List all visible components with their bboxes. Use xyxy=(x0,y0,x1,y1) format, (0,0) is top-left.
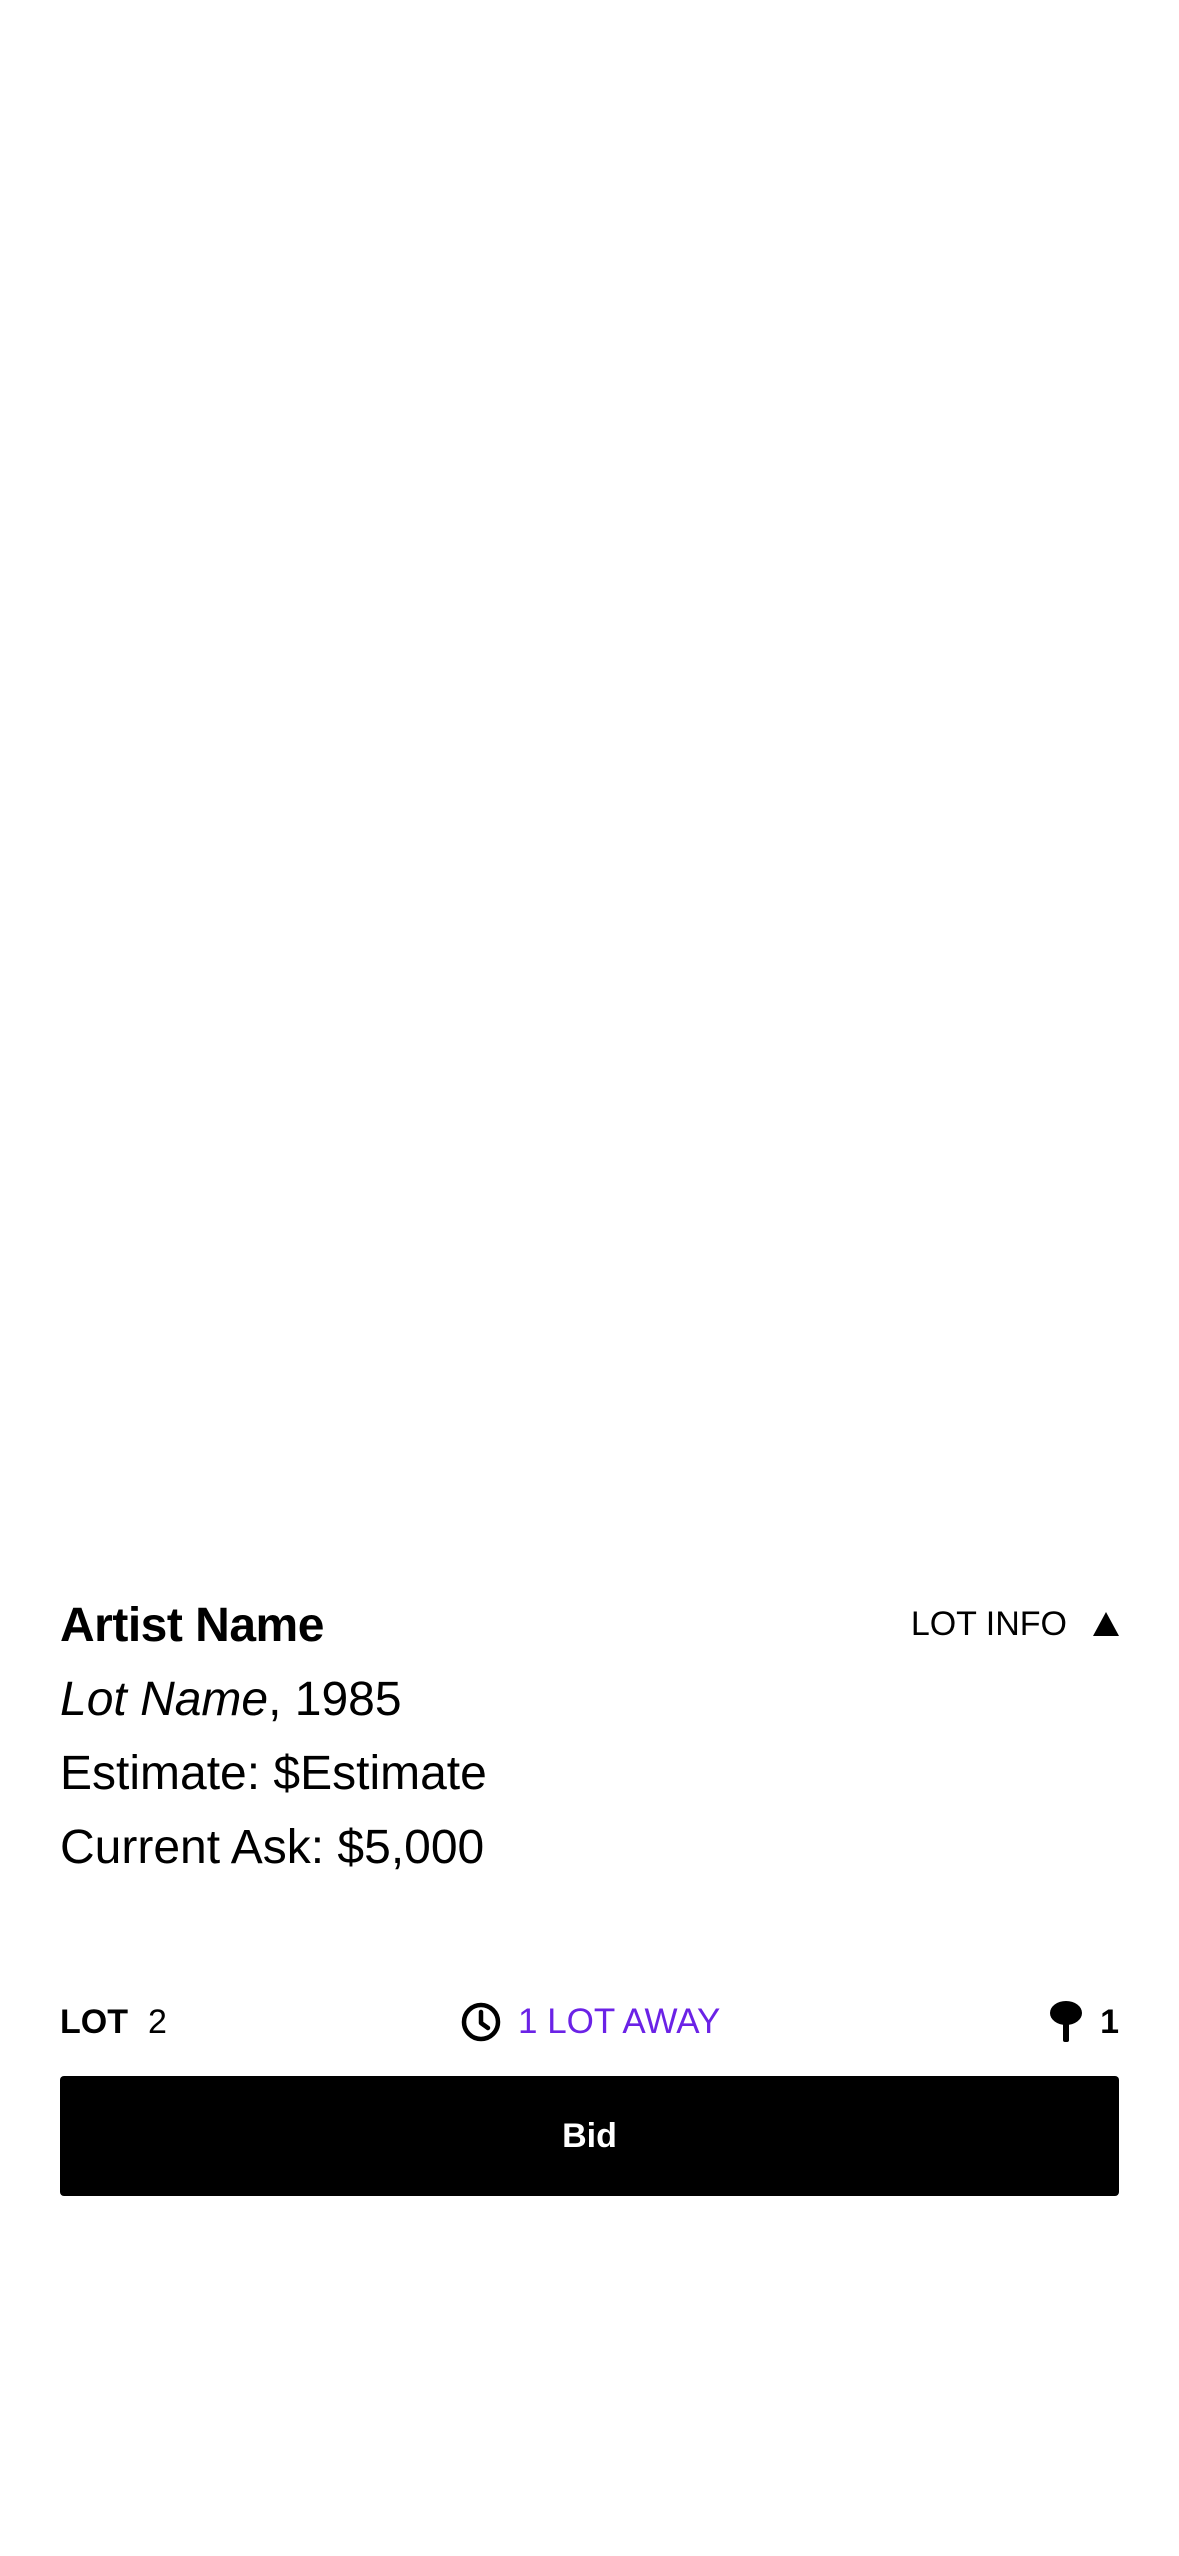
lot-estimate: Estimate: $Estimate xyxy=(60,1747,487,1800)
lot-year: , 1985 xyxy=(268,1673,402,1726)
triangle-up-icon xyxy=(1093,1612,1119,1636)
clock-icon xyxy=(461,2002,501,2042)
lot-status-row: LOT 2 1 LOT AWAY 1 xyxy=(60,1990,1119,2054)
lot-image-area xyxy=(0,0,1179,1560)
bid-button[interactable]: Bid xyxy=(60,2076,1119,2196)
lot-info-toggle[interactable]: LOT INFO xyxy=(911,1594,1119,1654)
lot-info-label: LOT INFO xyxy=(910,1604,1067,1643)
paddle-number: 1 xyxy=(1100,2002,1119,2041)
paddle-count: 1 xyxy=(1048,1990,1119,2054)
lot-number: 2 xyxy=(147,2002,167,2041)
current-ask: Current Ask: $5,000 xyxy=(60,1821,485,1874)
lots-away-indicator: 1 LOT AWAY xyxy=(460,1990,720,2054)
lots-away-text: 1 LOT AWAY xyxy=(518,2002,721,2041)
lot-label: LOT xyxy=(60,2002,128,2041)
lot-number-badge: LOT 2 xyxy=(60,1990,167,2054)
paddle-icon xyxy=(1050,2001,1083,2042)
artist-name: Artist Name xyxy=(60,1599,324,1652)
lot-name: Lot Name xyxy=(60,1673,269,1726)
lot-title-line: Lot Name, 1985 xyxy=(60,1664,402,1736)
